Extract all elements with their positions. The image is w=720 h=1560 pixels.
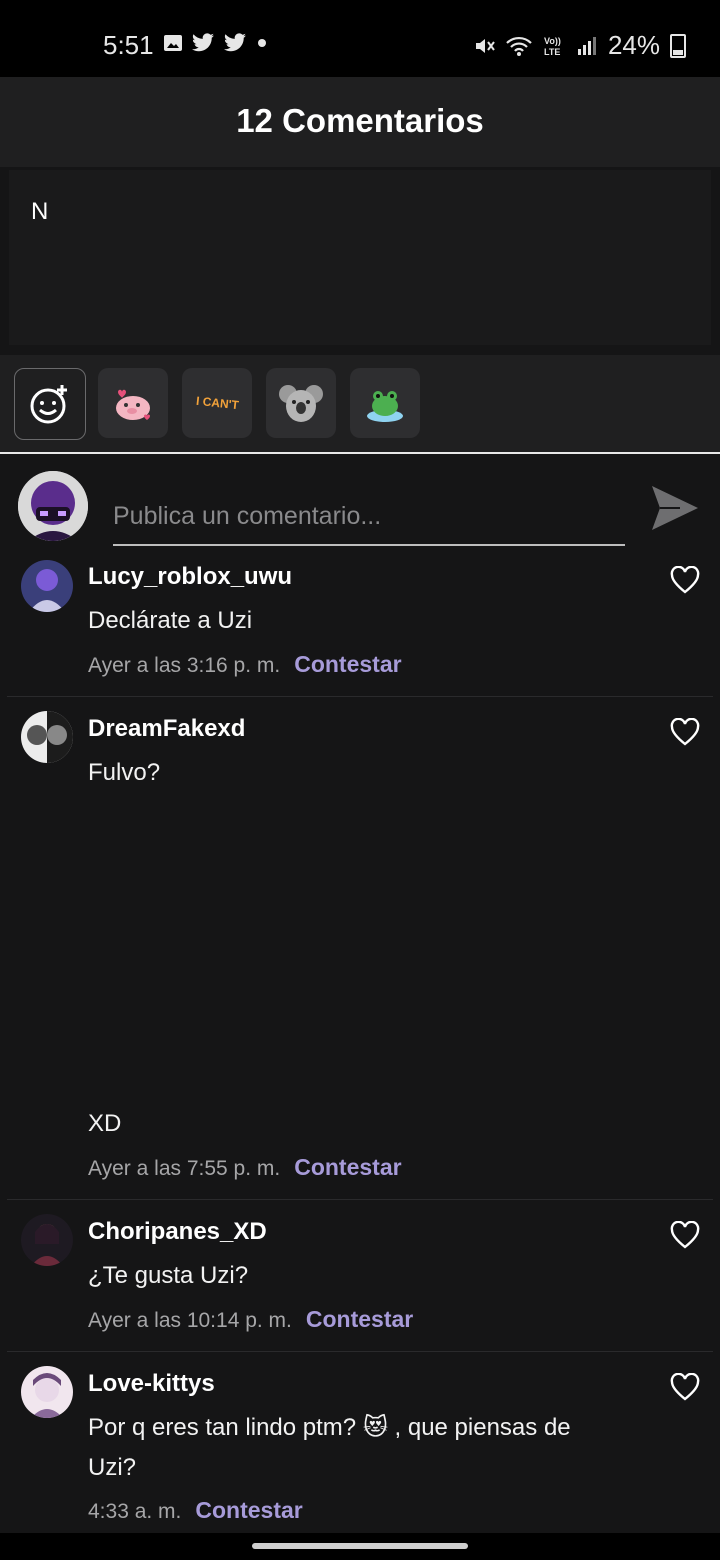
reply-button[interactable]: Contestar — [195, 1497, 302, 1524]
comment-text-continued: XD — [88, 1110, 122, 1137]
avatar[interactable] — [21, 711, 73, 763]
battery-percent: 24% — [607, 30, 660, 60]
comment-divider — [7, 1351, 713, 1352]
avatar-image — [21, 1366, 73, 1418]
comment-divider — [7, 1199, 713, 1200]
sticker-row: I CAN'T — [0, 355, 720, 454]
avatar-image — [21, 1214, 73, 1266]
image-icon — [164, 35, 182, 51]
frog-sticker-icon — [367, 391, 403, 422]
avatar-image — [21, 560, 73, 612]
comment-username[interactable]: DreamFakexd — [88, 715, 245, 743]
svg-text:Vo)): Vo)) — [544, 36, 561, 46]
comment-input[interactable] — [113, 488, 625, 546]
dot-icon — [258, 39, 266, 47]
comment-username[interactable]: Love-kittys — [88, 1370, 215, 1398]
pig-sticker[interactable] — [98, 368, 168, 438]
emoji-add-icon — [30, 385, 67, 424]
reply-button[interactable]: Contestar — [306, 1306, 413, 1333]
svg-text:LTE: LTE — [544, 47, 560, 57]
status-bar: 5:51 Vo)) LTE 24% — [0, 0, 720, 77]
heart-icon[interactable] — [670, 718, 700, 746]
avatar-image — [21, 711, 73, 763]
comment-text: Fulvo? — [88, 759, 161, 786]
i-cant-sticker[interactable]: I CAN'T — [182, 368, 252, 438]
comment-time: Ayer a las 10:14 p. m. — [88, 1309, 292, 1332]
reply-button[interactable]: Contestar — [294, 651, 401, 678]
mute-icon — [475, 38, 495, 53]
comment-meta: Ayer a las 3:16 p. m. Contestar — [88, 651, 402, 678]
wifi-icon — [506, 36, 532, 56]
comments-header: 12 Comentarios — [0, 77, 720, 167]
volte-icon: Vo))LTE — [544, 36, 561, 57]
heart-icon[interactable] — [670, 566, 700, 594]
comment-meta: Ayer a las 7:55 p. m. Contestar — [88, 1154, 402, 1181]
status-time: 5:51 — [103, 30, 154, 60]
comment-meta: 4:33 a. m. Contestar — [88, 1497, 303, 1524]
reply-button[interactable]: Contestar — [294, 1154, 401, 1181]
home-indicator[interactable] — [252, 1543, 468, 1549]
battery-icon — [670, 33, 686, 58]
comment-meta: Ayer a las 10:14 p. m. Contestar — [88, 1306, 413, 1333]
avatar[interactable] — [21, 560, 73, 612]
comment-text: ¿Te gusta Uzi? — [88, 1262, 249, 1289]
comment-text: Por q eres tan lindo ptm? 😻 , que piensa… — [88, 1414, 571, 1481]
comment-username[interactable]: Choripanes_XD — [88, 1218, 267, 1246]
comment-time: 4:33 a. m. — [88, 1500, 182, 1523]
avatar[interactable] — [21, 1214, 73, 1266]
avatar — [18, 471, 88, 541]
comment-draft-text[interactable]: N — [31, 198, 48, 226]
signal-icon — [577, 36, 596, 55]
send-icon[interactable] — [650, 484, 700, 532]
avatar[interactable] — [21, 1366, 73, 1418]
page-title: 12 Comentarios — [236, 102, 484, 139]
comment-draft-box[interactable]: N — [9, 170, 711, 345]
heart-icon[interactable] — [670, 1221, 700, 1249]
emoji-add-button[interactable] — [14, 368, 86, 440]
twitter-icon — [192, 33, 214, 52]
publish-row — [0, 454, 720, 552]
comment-time: Ayer a las 7:55 p. m. — [88, 1157, 281, 1180]
comment-text: Declárate a Uzi — [88, 607, 253, 634]
comment-divider — [7, 696, 713, 697]
i-cant-sticker-text: I CAN'T — [194, 393, 240, 413]
status-right: Vo)) LTE 24% — [474, 30, 686, 61]
comment-time: Ayer a las 3:16 p. m. — [88, 654, 281, 677]
koala-sticker-icon — [279, 385, 323, 422]
twitter-icon — [224, 33, 246, 52]
notification-icons — [163, 33, 269, 53]
avatar-image — [18, 471, 88, 541]
frog-sticker[interactable] — [350, 368, 420, 438]
koala-sticker[interactable] — [266, 368, 336, 438]
pig-sticker-icon — [116, 389, 150, 420]
comment-username[interactable]: Lucy_roblox_uwu — [88, 563, 292, 591]
heart-icon[interactable] — [670, 1373, 700, 1401]
